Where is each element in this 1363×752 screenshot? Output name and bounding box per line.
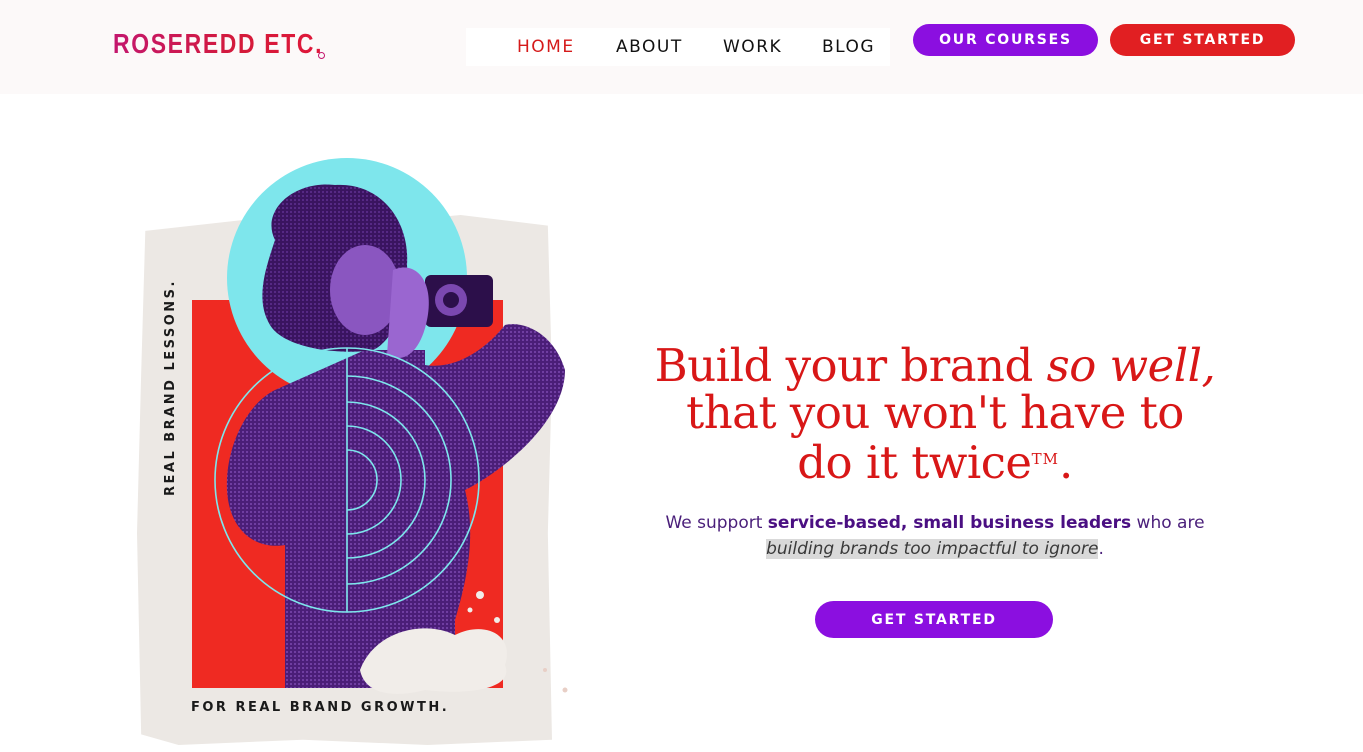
sub-bold: service-based, small business leaders	[767, 513, 1132, 533]
headline-part2: that you won't have to	[686, 386, 1184, 439]
our-courses-button[interactable]: OUR COURSES	[913, 24, 1098, 56]
hero-collage: REAL BRAND LESSONS. FOR REAL BRAND GROWT…	[125, 150, 615, 750]
nav-item-home[interactable]: HOME	[517, 37, 575, 57]
headline-part3: do it twice	[797, 436, 1032, 489]
site-logo[interactable]: ROSEREDD ETC.	[113, 28, 323, 60]
site-header: ROSEREDD ETC. HOME ABOUT WORK BLOG OUR C…	[0, 0, 1363, 94]
side-tagline: REAL BRAND LESSONS.	[163, 279, 178, 496]
nav-item-blog[interactable]: BLOG	[822, 37, 875, 57]
hero-subheading: We support service-based, small business…	[640, 510, 1230, 562]
sub-part2: who are	[1131, 513, 1205, 533]
headline-end: .	[1058, 436, 1073, 489]
headline-part1: Build your brand	[654, 339, 1047, 392]
photographer-illustration	[214, 184, 568, 694]
trademark-mark: TM	[1031, 450, 1059, 468]
registered-mark-icon	[318, 52, 325, 59]
hero-headline: Build your brand so well, that you won't…	[600, 342, 1270, 486]
bottom-tagline: FOR REAL BRAND GROWTH.	[191, 700, 450, 715]
main-nav: HOME ABOUT WORK BLOG	[466, 28, 890, 66]
get-started-header-button[interactable]: GET STARTED	[1110, 24, 1295, 56]
headline-italic: so well,	[1046, 339, 1216, 392]
sub-highlight: building brands too impactful to ignore	[766, 539, 1099, 559]
nav-item-work[interactable]: WORK	[723, 37, 782, 57]
sub-end: .	[1098, 539, 1104, 559]
nav-item-about[interactable]: ABOUT	[616, 37, 683, 57]
sub-part1: We support	[665, 513, 768, 533]
get-started-hero-button[interactable]: GET STARTED	[815, 601, 1053, 638]
